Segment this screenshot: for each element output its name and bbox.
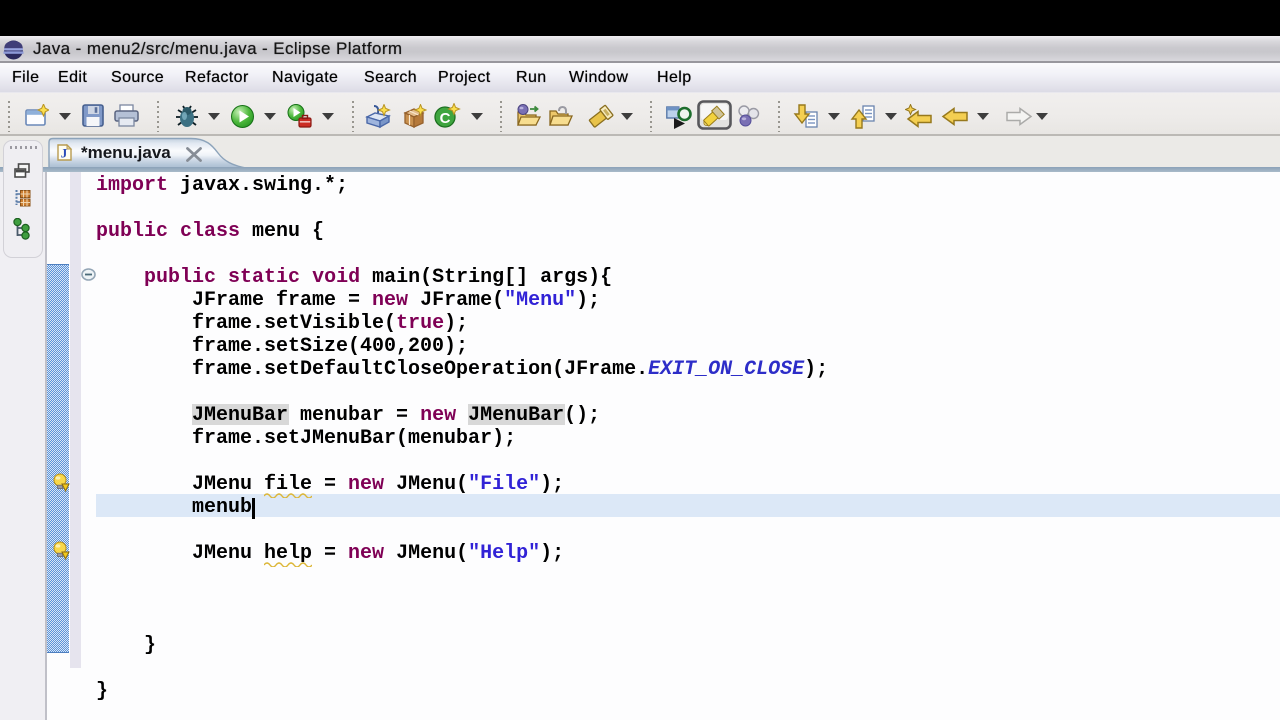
svg-text:J: J xyxy=(61,146,68,161)
svg-text:C: C xyxy=(440,110,451,127)
